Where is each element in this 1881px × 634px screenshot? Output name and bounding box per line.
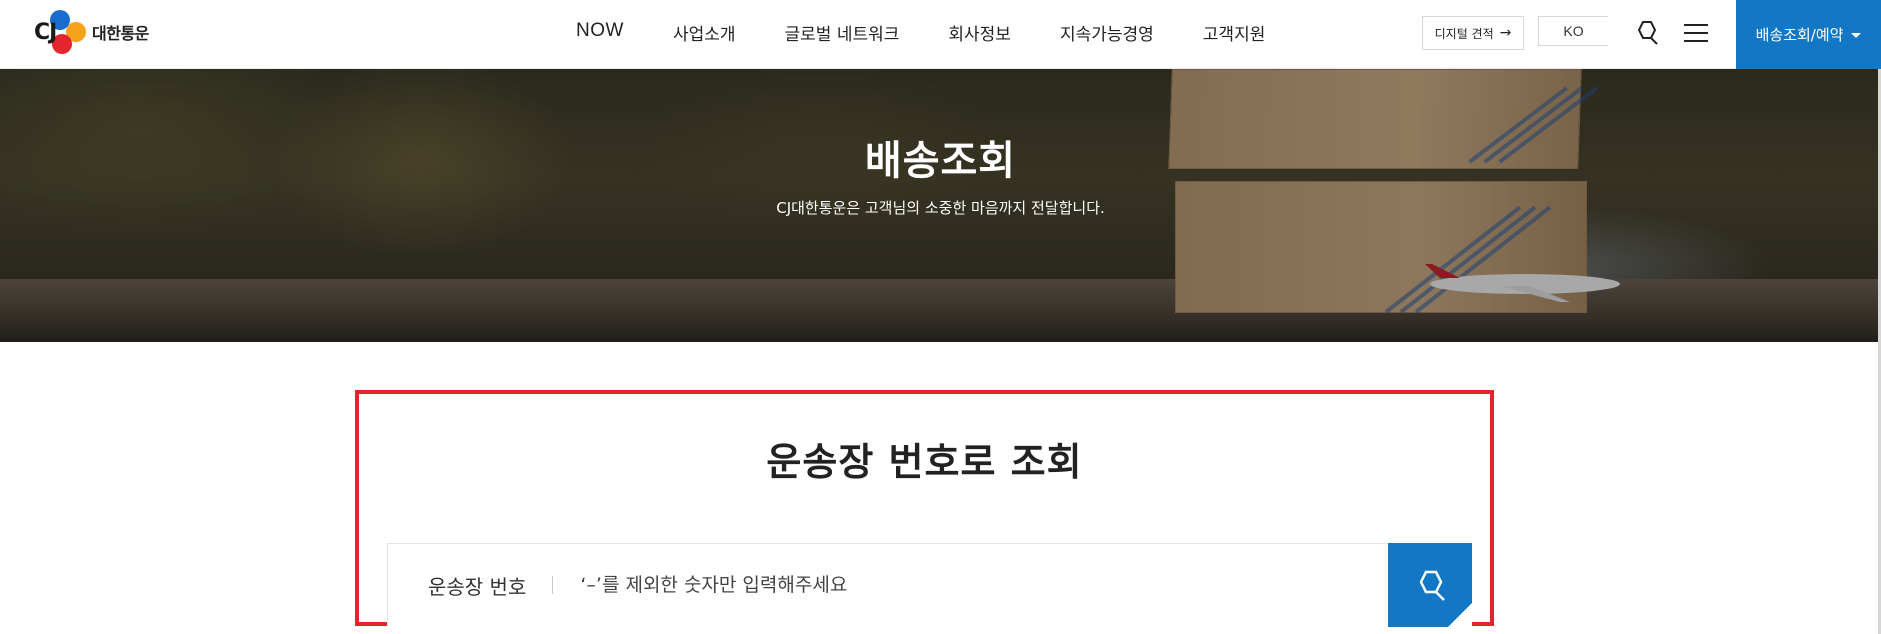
search-icon <box>1419 570 1445 601</box>
logo-company-name: 대한통운 <box>92 24 149 43</box>
site-header: CJ 대한통운 NOW 사업소개 글로벌 네트워크 회사정보 지속가능경영 고객… <box>0 0 1881 69</box>
nav-item-company-info[interactable]: 회사정보 <box>948 20 1011 45</box>
hamburger-icon[interactable] <box>1684 24 1708 44</box>
tracking-search-button[interactable] <box>1388 543 1472 627</box>
nav-item-sustainability[interactable]: 지속가능경영 <box>1060 20 1154 45</box>
tracking-search-panel: 운송장 번호로 조회 운송장 번호 <box>355 390 1494 627</box>
language-selector[interactable]: KO <box>1538 16 1608 46</box>
page-title: 배송조회 <box>864 138 1017 184</box>
tracking-search-title: 운송장 번호로 조회 <box>766 440 1083 484</box>
arrow-right-icon: → <box>1499 25 1512 41</box>
nav-item-business[interactable]: 사업소개 <box>673 20 736 45</box>
page-subtitle: CJ대한통운은 고객님의 소중한 마음까지 전달합니다. <box>776 199 1105 217</box>
delivery-tracking-menu-button[interactable]: 배송조회/예약 <box>1736 0 1881 69</box>
digital-quote-label: 디지털 견적 <box>1434 26 1494 41</box>
tracking-number-input[interactable] <box>580 574 1341 596</box>
logo-cj-text: CJ <box>34 20 57 45</box>
search-icon[interactable] <box>1632 19 1660 47</box>
tracking-search-bar: 운송장 번호 <box>387 543 1472 627</box>
nav-item-now[interactable]: NOW <box>576 20 624 45</box>
digital-quote-button[interactable]: 디지털 견적 → <box>1422 16 1524 50</box>
nav-item-customer-support[interactable]: 고객지원 <box>1203 20 1266 45</box>
cj-logo-mark: CJ <box>34 8 90 56</box>
caret-down-icon <box>1851 33 1862 38</box>
cj-logo[interactable]: CJ 대한통운 <box>34 8 156 56</box>
main-nav: NOW 사업소개 글로벌 네트워크 회사정보 지속가능경영 고객지원 <box>576 20 1314 45</box>
label-divider <box>552 576 554 594</box>
nav-item-global-network[interactable]: 글로벌 네트워크 <box>785 20 900 45</box>
tracking-number-label: 운송장 번호 <box>428 574 527 599</box>
delivery-tracking-menu-label: 배송조회/예약 <box>1755 26 1844 44</box>
